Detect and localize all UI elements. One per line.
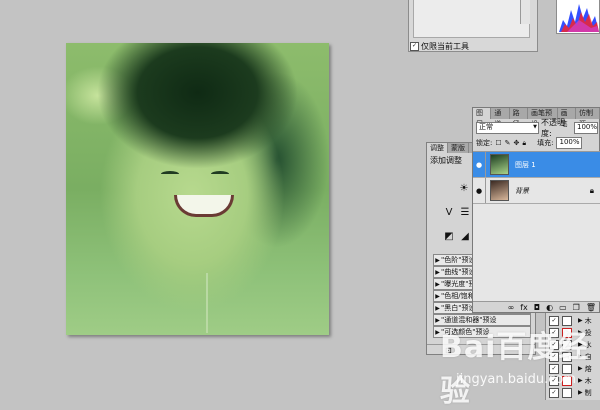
watermark-logo: Bai百度经验 — [440, 330, 590, 409]
link-icon[interactable]: ∞ — [508, 303, 515, 312]
expand-icon: ▶ — [435, 268, 440, 276]
layer-name: 背景 — [515, 186, 529, 195]
tab-paths[interactable]: 路径 — [510, 108, 528, 128]
visibility-eye-icon[interactable]: ● — [473, 178, 486, 203]
histogram-panel — [556, 0, 600, 34]
lock-icon: 🔒︎ — [589, 185, 594, 195]
invert-icon[interactable]: ◩ — [443, 231, 455, 243]
layer-name: 图层 1 — [515, 160, 536, 169]
blend-row: 正常 不透明度: 100% — [476, 118, 598, 138]
layer-thumbnail — [490, 154, 509, 175]
color-balance-icon[interactable]: ☰ — [459, 207, 471, 219]
adjustments-title: 添加调整 — [430, 156, 462, 165]
canvas-photo[interactable] — [66, 43, 329, 335]
adjustment-icon[interactable]: ◐ — [546, 303, 553, 312]
preset-label: "色阶"预设 — [441, 255, 476, 264]
fill-label: 填充: — [537, 139, 554, 147]
vibrance-icon[interactable]: V — [443, 207, 455, 219]
layer-row[interactable]: ● 背景 🔒︎ — [473, 178, 600, 204]
opacity-input[interactable]: 100% — [573, 122, 598, 134]
checkbox[interactable]: ✓ — [410, 41, 419, 51]
trash-icon[interactable]: 🗑︎ — [586, 303, 596, 312]
photo-detail — [211, 171, 229, 177]
layers-panel: 图层 通道 路径 画笔预设 画笔 仿制源 正常 不透明度: 100% 锁定: ☐… — [472, 107, 600, 313]
layer-row[interactable]: ● 图层 1 — [473, 152, 600, 178]
expand-icon: ▶ — [435, 304, 440, 312]
expand-icon: ▶ — [435, 280, 440, 288]
scrollbar[interactable] — [520, 0, 530, 24]
photo-detail — [161, 171, 179, 177]
gradient-map-icon[interactable]: ◢ — [459, 231, 471, 243]
adjust-icon-row-3: ◩ ◢ — [443, 231, 471, 243]
lock-pixels-icon[interactable]: ✎ — [505, 139, 511, 147]
photo-detail — [206, 273, 208, 333]
visibility-eye-icon[interactable]: ● — [473, 152, 486, 177]
tab-clone-source[interactable]: 仿制源 — [576, 108, 600, 128]
lock-transparent-icon[interactable]: ☐ — [495, 139, 501, 147]
folder-icon[interactable]: ▭ — [559, 303, 567, 312]
new-layer-icon[interactable]: ❐ — [573, 303, 580, 312]
brightness-icon[interactable]: ☀ — [458, 183, 470, 195]
layer-thumbnail — [490, 180, 509, 201]
adjust-icon-row-2: V ☰ — [443, 207, 471, 219]
histogram-graph — [557, 0, 599, 32]
expand-icon: ▶ — [435, 256, 440, 264]
mask-icon[interactable]: ◘ — [534, 303, 540, 312]
current-tool-only-row[interactable]: ✓ 仅限当前工具 — [410, 41, 520, 51]
adjust-icon-row-1: ☀ — [458, 183, 470, 195]
tab-masks[interactable]: 蒙版 — [448, 143, 469, 153]
watermark-url: jingyan.baidu.com — [456, 372, 576, 387]
current-tool-only-label: 仅限当前工具 — [421, 41, 469, 51]
lock-label: 锁定: — [476, 139, 493, 147]
layer-list: ● 图层 1 ● 背景 🔒︎ — [473, 151, 600, 301]
blend-mode-select[interactable]: 正常 — [476, 122, 539, 134]
fill-input[interactable]: 100% — [556, 137, 583, 149]
opacity-label: 不透明度: — [540, 118, 565, 138]
photo-detail — [174, 195, 234, 217]
lock-position-icon[interactable]: ✥ — [514, 139, 520, 147]
expand-icon: ▶ — [435, 292, 440, 300]
preset-label: "黑白"预设 — [441, 303, 476, 312]
tab-layers[interactable]: 图层 — [473, 108, 492, 128]
layers-footer: ∞ fx ◘ ◐ ▭ ❐ 🗑︎ — [473, 301, 600, 313]
preset-label: "曲线"预设 — [441, 267, 476, 276]
fx-icon[interactable]: fx — [520, 303, 528, 312]
tab-channels[interactable]: 通道 — [491, 108, 510, 128]
lock-all-icon[interactable]: 🔒︎ — [522, 139, 526, 148]
layers-tabs: 图层 通道 路径 画笔预设 画笔 仿制源 — [473, 108, 600, 128]
tab-adjustments[interactable]: 调整 — [427, 143, 448, 153]
lock-row: 锁定: ☐ ✎ ✥ 🔒︎ 填充: 100% — [476, 137, 598, 149]
tool-options-list — [413, 0, 530, 38]
